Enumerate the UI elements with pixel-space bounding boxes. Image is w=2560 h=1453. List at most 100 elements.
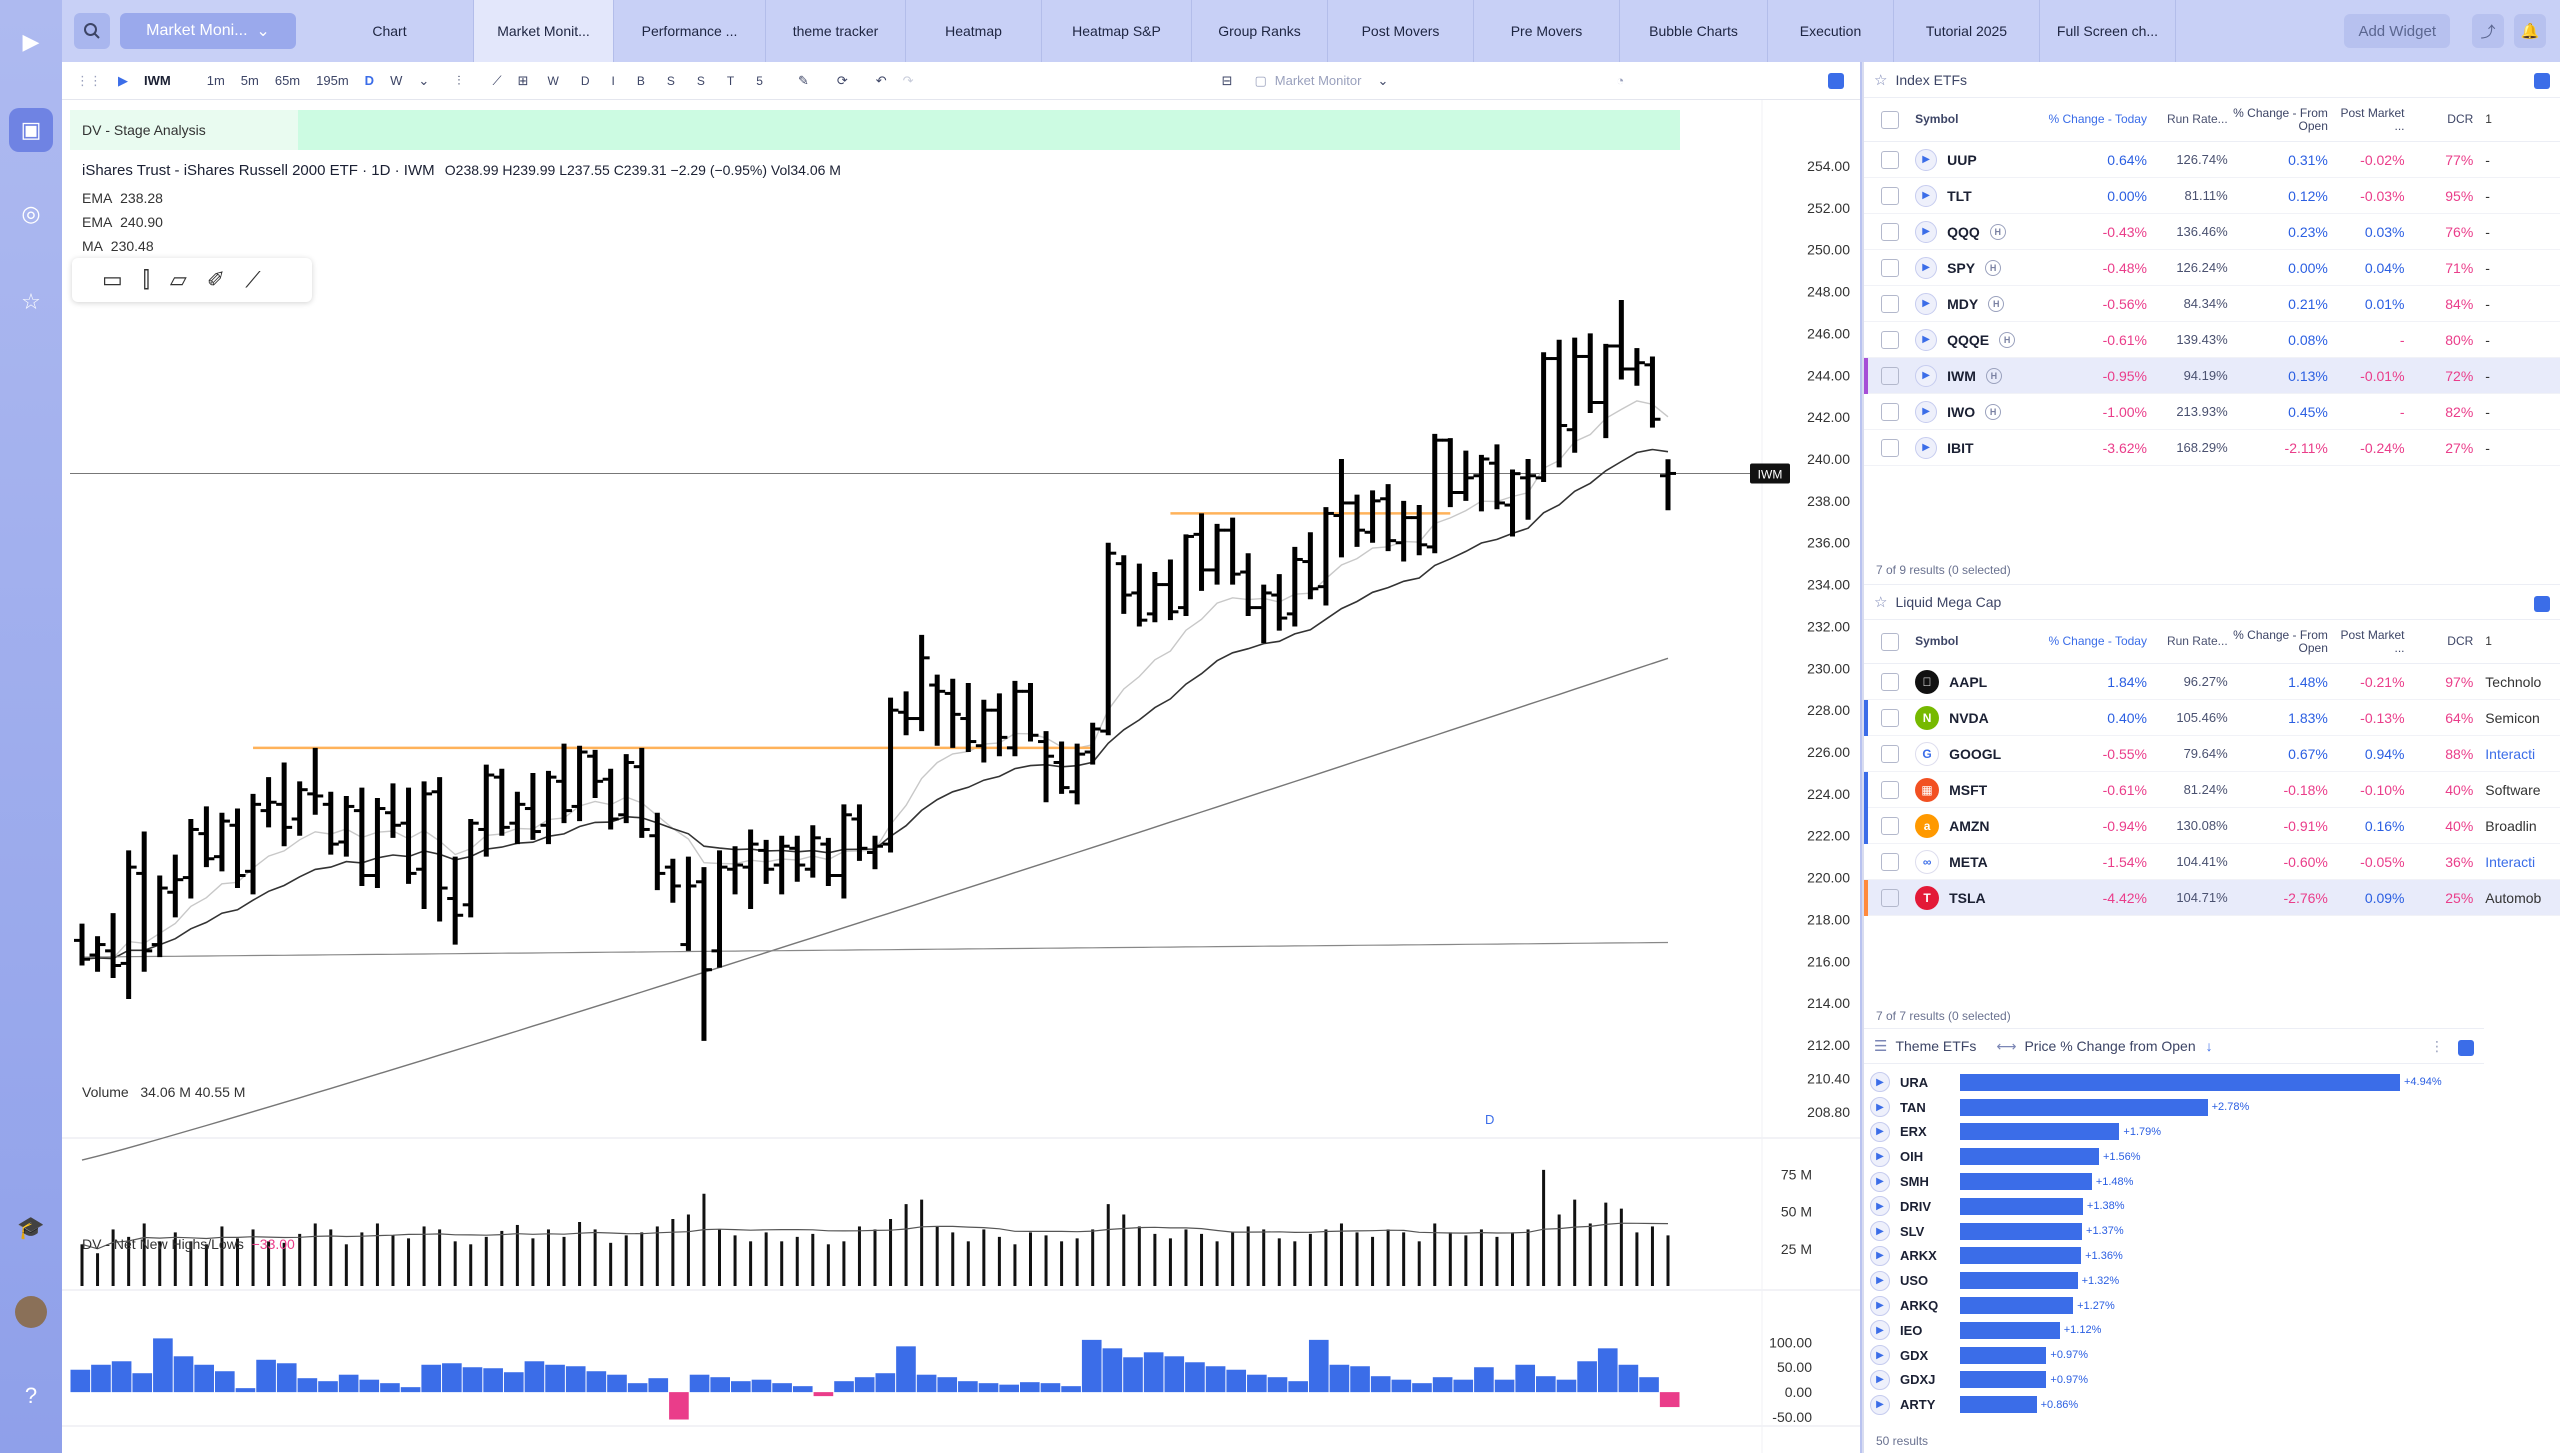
play-icon[interactable]: ▶	[1870, 1369, 1890, 1390]
play-icon[interactable]: ▶	[1870, 1121, 1890, 1142]
row-checkbox[interactable]	[1864, 222, 1915, 241]
symbol-input[interactable]: IWM	[144, 73, 171, 88]
symbol-cell[interactable]: G GOOGL	[1915, 741, 2047, 766]
user-avatar[interactable]	[9, 1290, 53, 1334]
column-header[interactable]: 1	[2473, 635, 2560, 648]
period-button[interactable]: I	[612, 74, 615, 88]
play-icon[interactable]: ▶	[1915, 148, 1938, 171]
tab-11[interactable]: Execution	[1768, 0, 1894, 62]
panel-color-toggle[interactable]	[2458, 1040, 2474, 1056]
tab-5[interactable]: Heatmap	[906, 0, 1042, 62]
timeframe-1m[interactable]: 1m	[207, 73, 225, 88]
row-checkbox[interactable]	[1864, 816, 1915, 835]
play-icon[interactable]: ▶	[1915, 292, 1938, 315]
favorites-nav-icon[interactable]: ☆	[9, 280, 53, 324]
workspace-selector[interactable]: Market Moni... ⌄	[120, 13, 296, 49]
tab-8[interactable]: Post Movers	[1328, 0, 1474, 62]
column-header[interactable]: Symbol	[1915, 113, 2047, 126]
layouts-icon[interactable]: ⊞	[518, 73, 529, 89]
panel-color-toggle[interactable]	[2534, 73, 2550, 89]
theme-etf-row[interactable]: ▶ USO +1.32%	[1870, 1268, 2484, 1293]
theme-metric-selector[interactable]: Price % Change from Open	[2024, 1038, 2195, 1054]
theme-etf-row[interactable]: ▶ TAN +2.78%	[1870, 1095, 2484, 1120]
play-icon[interactable]: ▶	[1870, 1320, 1890, 1341]
theme-etf-row[interactable]: ▶ GDXJ +0.97%	[1870, 1368, 2484, 1393]
add-widget-button[interactable]: Add Widget	[2344, 14, 2450, 48]
refresh-icon[interactable]: ⟳	[837, 73, 848, 89]
symbol-cell[interactable]: ▶ MDY H	[1915, 292, 2047, 315]
layout-icon[interactable]: ⊟	[1222, 73, 1233, 89]
holdings-icon[interactable]: H	[1985, 259, 2002, 276]
row-checkbox[interactable]	[1864, 438, 1915, 457]
period-button[interactable]: B	[637, 74, 645, 88]
theme-etf-row[interactable]: ▶ SLV +1.37%	[1870, 1219, 2484, 1244]
play-icon[interactable]: ▶	[1870, 1171, 1890, 1192]
star-icon[interactable]: ☆	[1874, 593, 1887, 611]
brush-tool-icon[interactable]: ✐	[207, 267, 225, 293]
row-checkbox[interactable]	[1864, 780, 1915, 799]
theme-etf-row[interactable]: ▶ ERX +1.79%	[1870, 1120, 2484, 1145]
table-row[interactable]: ▶ IBIT -3.62% 168.29% -2.11% -0.24% 27% -	[1864, 430, 2560, 466]
play-icon[interactable]: ▶	[1870, 1345, 1890, 1366]
tab-1[interactable]: Chart	[306, 0, 474, 62]
redo-icon[interactable]: ↷	[903, 73, 914, 89]
scanner-nav-icon[interactable]: ◎	[9, 192, 53, 236]
row-checkbox[interactable]	[1864, 150, 1915, 169]
theme-etf-row[interactable]: ▶ DRIV +1.38%	[1870, 1194, 2484, 1219]
symbol-cell[interactable]: ▶ IBIT	[1915, 436, 2047, 459]
symbol-cell[interactable]: ▶ TLT	[1915, 184, 2047, 207]
symbol-cell[interactable]: ▶ IWO H	[1915, 400, 2047, 423]
drag-handle-icon[interactable]: ⋮⋮	[76, 73, 102, 89]
symbol-cell[interactable]: a AMZN	[1915, 813, 2047, 838]
play-icon[interactable]: ▶	[1870, 1221, 1890, 1242]
tab-9[interactable]: Pre Movers	[1474, 0, 1620, 62]
column-header[interactable]: % Change - Today	[2047, 113, 2153, 126]
chart-canvas[interactable]: 254.00 252.00 250.00 248.00 246.00 244.00 242.…	[62, 100, 1860, 1453]
tab-13[interactable]: Full Screen ch...	[2040, 0, 2176, 62]
theme-etf-row[interactable]: ▶ URA +4.94%	[1870, 1070, 2484, 1095]
period-button[interactable]: 5	[756, 74, 763, 88]
table-row[interactable]: G GOOGL -0.55% 79.64% 0.67% 0.94% 88% Interacti	[1864, 736, 2560, 772]
select-all-checkbox[interactable]	[1864, 632, 1915, 651]
tab-3[interactable]: Performance ...	[614, 0, 766, 62]
table-row[interactable]: ▶ QQQ H -0.43% 136.46% 0.23% 0.03% 76% -	[1864, 214, 2560, 250]
pencil-icon[interactable]: ✎	[798, 73, 809, 89]
play-icon[interactable]: ▶	[1870, 1146, 1890, 1167]
play-icon[interactable]: ▶	[1915, 400, 1938, 423]
symbol-cell[interactable]: ∞ META	[1915, 849, 2047, 874]
column-header[interactable]: Post Market ...	[2328, 106, 2404, 133]
symbol-cell[interactable]: ▶ UUP	[1915, 148, 2047, 171]
table-row[interactable]: ∞ META -1.54% 104.41% -0.60% -0.05% 36% Interac…	[1864, 844, 2560, 880]
column-header[interactable]: % Change - Today	[2047, 635, 2153, 648]
candle-tool-icon[interactable]: ⫿	[143, 267, 150, 293]
table-row[interactable]: ▦ MSFT -0.61% 81.24% -0.18% -0.10% 40% Software	[1864, 772, 2560, 808]
play-icon[interactable]: ▶	[118, 73, 128, 89]
tab-10[interactable]: Bubble Charts	[1620, 0, 1768, 62]
table-row[interactable]: ▶ MDY H -0.56% 84.34% 0.21% 0.01% 84% -	[1864, 286, 2560, 322]
play-icon[interactable]: ▶	[1870, 1394, 1890, 1415]
indicators-icon[interactable]: ⟋	[493, 73, 502, 89]
theme-etf-row[interactable]: ▶ IEO +1.12%	[1870, 1318, 2484, 1343]
comment-tool-icon[interactable]: ▱	[170, 267, 187, 293]
column-header[interactable]: Symbol	[1915, 635, 2047, 648]
undo-icon[interactable]: ↶	[876, 73, 887, 89]
table-row[interactable]: T TSLA -4.42% 104.71% -2.76% 0.09% 25% Automob	[1864, 880, 2560, 916]
table-row[interactable]: ▶ SPY H -0.48% 126.24% 0.00% 0.04% 71% -	[1864, 250, 2560, 286]
row-checkbox[interactable]	[1864, 402, 1915, 421]
theme-etf-row[interactable]: ▶ ARTY +0.86%	[1870, 1392, 2484, 1417]
share-icon[interactable]: ⤴	[2472, 14, 2504, 48]
select-all-checkbox[interactable]	[1864, 110, 1915, 129]
column-header[interactable]: % Change - From Open	[2228, 106, 2328, 133]
symbol-cell[interactable]: N NVDA	[1915, 705, 2047, 730]
star-icon[interactable]: ☆	[1874, 71, 1887, 89]
column-header[interactable]: Run Rate...	[2153, 113, 2228, 126]
bar-style-icon[interactable]: ⫶	[457, 73, 460, 89]
theme-etf-row[interactable]: ▶ OIH +1.56%	[1870, 1144, 2484, 1169]
play-icon[interactable]: ▶	[1915, 364, 1938, 387]
table-row[interactable]: ▶ QQQE H -0.61% 139.43% 0.08% -80% -	[1864, 322, 2560, 358]
rectangle-tool-icon[interactable]: ▭	[102, 267, 123, 293]
period-button[interactable]: W	[548, 74, 559, 88]
theme-etf-row[interactable]: ▶ ARKX +1.36%	[1870, 1244, 2484, 1269]
sort-down-icon[interactable]: ↓	[2206, 1038, 2213, 1054]
play-icon[interactable]: ▶	[1915, 220, 1938, 243]
